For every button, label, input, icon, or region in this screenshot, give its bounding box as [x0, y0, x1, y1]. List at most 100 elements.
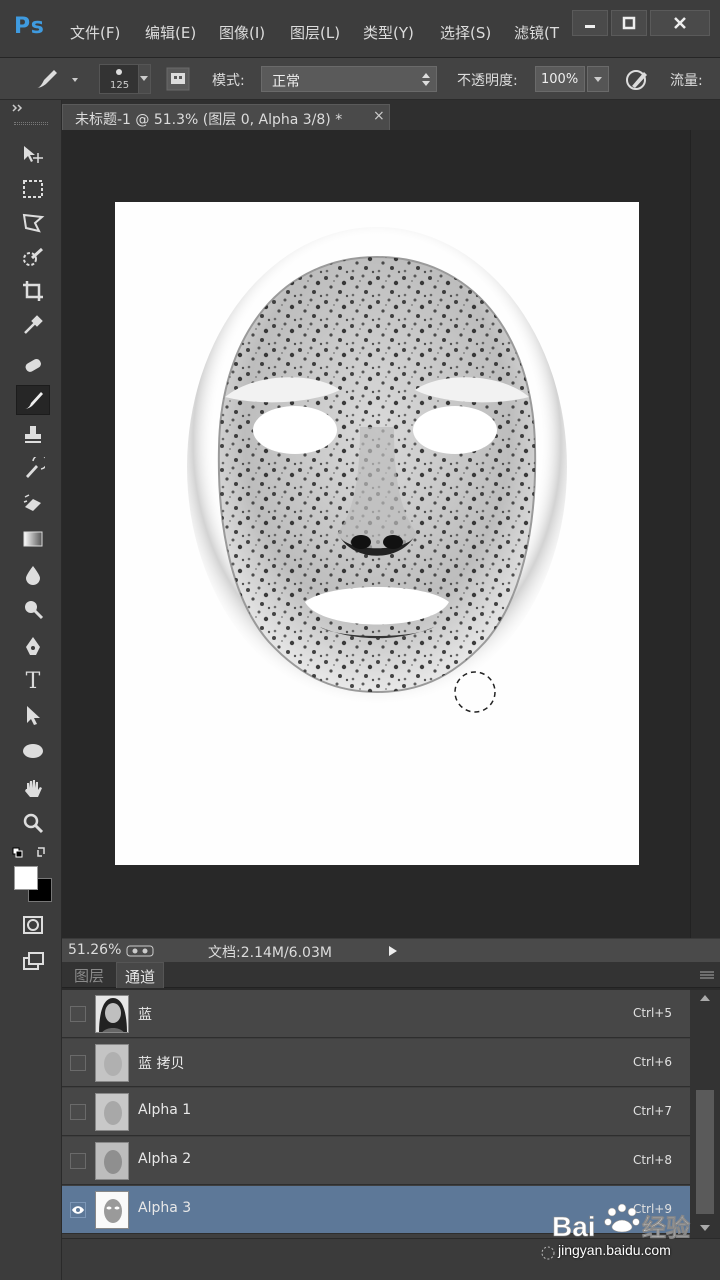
channel-name: 蓝	[138, 1007, 152, 1023]
history-brush-icon	[26, 457, 45, 478]
tab-channels[interactable]: 通道	[116, 962, 165, 988]
quick-select-icon	[23, 247, 44, 266]
status-menu-arrow-icon[interactable]	[388, 945, 398, 957]
pressure-opacity-icon[interactable]	[624, 66, 650, 92]
maximize-button[interactable]	[611, 10, 647, 36]
mode-value: 正常	[272, 74, 300, 90]
face-thumbnail	[96, 1045, 128, 1081]
crop-tool[interactable]	[16, 276, 50, 306]
channel-thumbnail	[95, 1044, 129, 1082]
watermark-url: jingyan.baidu.com	[558, 1242, 671, 1258]
opacity-input[interactable]: 100%	[535, 66, 585, 92]
panel-grip	[14, 122, 48, 125]
type-tool[interactable]: T	[16, 666, 50, 696]
healing-brush-tool[interactable]	[16, 350, 50, 380]
screen-mode-button[interactable]	[16, 946, 50, 976]
brush-preset-picker[interactable]	[30, 66, 80, 92]
brush-size-picker[interactable]: 125	[99, 64, 151, 94]
brush-panel-toggle[interactable]	[166, 67, 190, 91]
channel-row-blue[interactable]: 蓝 Ctrl+5	[62, 990, 690, 1038]
watermark: Bai 经验 jingyan.baidu.com	[548, 1184, 708, 1274]
quick-select-tool[interactable]	[16, 242, 50, 272]
channel-row-blue-copy[interactable]: 蓝 拷贝 Ctrl+6	[62, 1039, 690, 1087]
channel-shortcut: Ctrl+6	[632, 1055, 672, 1069]
mode-select[interactable]: 正常	[261, 66, 437, 92]
canvas-area[interactable]	[62, 130, 690, 938]
blur-tool[interactable]	[16, 560, 50, 590]
foreground-color-swatch[interactable]	[14, 866, 38, 890]
menu-file[interactable]: 文件(F)	[70, 22, 120, 43]
status-info-icon[interactable]	[126, 945, 154, 957]
menu-layer[interactable]: 图层(L)	[290, 22, 340, 43]
photoshop-logo: Ps	[14, 14, 45, 39]
channel-thumbnail	[95, 1191, 129, 1229]
eraser-icon	[23, 494, 41, 511]
document-tab[interactable]: 未标题-1 @ 51.3% (图层 0, Alpha 3/8) * ×	[62, 104, 390, 130]
visibility-toggle[interactable]	[70, 1202, 86, 1218]
lasso-tool[interactable]	[16, 208, 50, 238]
menu-type[interactable]: 类型(Y)	[363, 22, 414, 43]
arrow-select-icon	[27, 706, 40, 725]
color-swap-controls[interactable]	[12, 844, 52, 860]
marquee-tool[interactable]	[16, 174, 50, 204]
svg-text:经验: 经验	[642, 1214, 690, 1242]
visibility-toggle[interactable]	[70, 1006, 86, 1022]
gradient-tool[interactable]	[16, 524, 50, 554]
portrait-thumbnail	[96, 996, 128, 1032]
collapse-icon[interactable]	[12, 104, 26, 112]
chevron-down-icon	[140, 76, 148, 81]
visibility-toggle[interactable]	[70, 1153, 86, 1169]
menu-filter[interactable]: 滤镜(T	[514, 22, 559, 43]
tools-panel: T	[0, 100, 62, 1280]
menu-select[interactable]: 选择(S)	[440, 22, 491, 43]
face-thumbnail	[96, 1143, 128, 1179]
hand-tool[interactable]	[16, 774, 50, 804]
stamp-icon	[25, 426, 41, 443]
visibility-toggle[interactable]	[70, 1104, 86, 1120]
eraser-tool[interactable]	[16, 488, 50, 518]
menu-edit[interactable]: 编辑(E)	[145, 22, 196, 43]
status-bar: 51.26% 文档:2.14M/6.03M	[62, 938, 720, 962]
eyedropper-icon	[24, 315, 43, 334]
visibility-toggle[interactable]	[70, 1055, 86, 1071]
menu-image[interactable]: 图像(I)	[219, 22, 265, 43]
channel-row-alpha-2[interactable]: Alpha 2 Ctrl+8	[62, 1137, 690, 1185]
brush-icon	[24, 392, 43, 409]
channel-name: Alpha 1	[138, 1102, 192, 1118]
crop-icon	[23, 281, 43, 301]
opacity-label: 不透明度:	[457, 73, 518, 89]
quick-mask-icon	[23, 916, 43, 934]
path-select-tool[interactable]	[16, 700, 50, 730]
channel-thumbnail	[95, 995, 129, 1033]
channel-name: Alpha 2	[138, 1151, 192, 1167]
zoom-tool[interactable]	[16, 808, 50, 838]
canvas-right-gutter	[690, 130, 720, 938]
channel-shortcut: Ctrl+5	[632, 1006, 672, 1020]
pen-icon	[26, 637, 40, 655]
options-bar: 125 模式: 正常 不透明度: 100% 流量:	[0, 58, 720, 100]
scroll-up-icon[interactable]	[699, 994, 711, 1002]
channel-thumbnail	[95, 1142, 129, 1180]
clone-stamp-tool[interactable]	[16, 420, 50, 450]
ellipse-icon	[23, 744, 43, 758]
document-canvas[interactable]	[115, 202, 639, 865]
minimize-button[interactable]	[572, 10, 608, 36]
close-button[interactable]	[650, 10, 710, 36]
panel-menu-icon[interactable]	[700, 970, 714, 980]
move-tool[interactable]	[16, 140, 50, 170]
zoom-level[interactable]: 51.26%	[68, 942, 121, 958]
tab-layers[interactable]: 图层	[66, 962, 112, 988]
dodge-tool[interactable]	[16, 594, 50, 624]
channel-shortcut: Ctrl+7	[632, 1104, 672, 1118]
quick-mask-button[interactable]	[16, 910, 50, 940]
channel-row-alpha-1[interactable]: Alpha 1 Ctrl+7	[62, 1088, 690, 1136]
document-tab-close-icon[interactable]: ×	[373, 108, 385, 124]
opacity-dropdown-button[interactable]	[587, 66, 609, 92]
shape-tool[interactable]	[16, 736, 50, 766]
move-icon	[24, 146, 43, 163]
brush-tool[interactable]	[16, 385, 50, 415]
eyedropper-tool[interactable]	[16, 310, 50, 340]
history-brush-tool[interactable]	[16, 454, 50, 484]
pen-tool[interactable]	[16, 632, 50, 662]
rect-marquee-icon	[23, 180, 43, 198]
